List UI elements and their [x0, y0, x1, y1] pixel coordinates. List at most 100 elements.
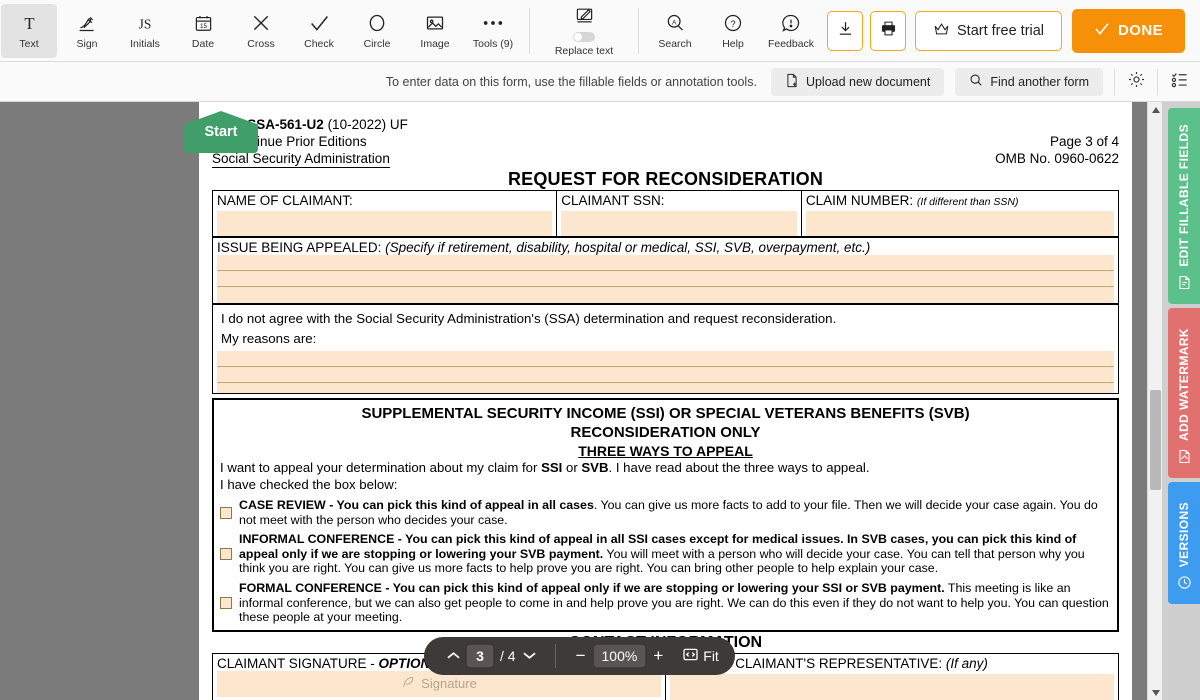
claim-number-input[interactable] — [805, 211, 1114, 236]
issue-appealed-input[interactable] — [217, 255, 1114, 303]
tool-cross-label: Cross — [247, 37, 275, 50]
zoom-level-input[interactable]: 100% — [593, 645, 646, 667]
tool-sign[interactable]: Sign — [59, 4, 115, 58]
cross-icon — [251, 12, 271, 35]
ssi-heading-line-3: THREE WAYS TO APPEAL — [578, 443, 753, 459]
download-button[interactable] — [827, 10, 863, 51]
input-line[interactable] — [217, 367, 1114, 383]
ssi-intro-line-2: I have checked the box below: — [220, 477, 398, 492]
scrollbar-thumb[interactable] — [1150, 390, 1161, 490]
statement-line-2: My reasons are: — [221, 331, 317, 346]
feedback-button[interactable]: Feedback — [763, 4, 819, 58]
text-icon: T — [20, 12, 39, 35]
zoom-in-button[interactable]: + — [645, 646, 671, 666]
feather-icon — [401, 675, 415, 692]
tool-check[interactable]: Check — [291, 4, 347, 58]
appeal-option-formal-conference[interactable]: FORMAL CONFERENCE - You can pick this ki… — [220, 581, 1111, 625]
toolbar-actions: A Search ? Help Feedback — [646, 0, 820, 61]
app-root: T Text Sign JS Initials 15 Date Cross Ch… — [0, 0, 1200, 700]
discontinue-line: Discontinue Prior Editions — [212, 134, 367, 149]
tab-add-watermark[interactable]: ADD WATERMARK — [1168, 308, 1200, 478]
zoom-out-button[interactable]: − — [568, 646, 594, 666]
done-button[interactable]: DONE — [1072, 8, 1185, 53]
form-header: Form SSA-561-U2 (10-2022) UF Discontinue… — [212, 116, 1119, 168]
reasons-input[interactable] — [217, 351, 1114, 393]
fit-button[interactable]: Fit — [683, 648, 719, 664]
scroll-up-arrow[interactable] — [1148, 102, 1163, 117]
tool-initials-label: Initials — [130, 37, 160, 50]
current-page-input[interactable]: 3 — [467, 645, 493, 667]
replace-text-toggle[interactable]: Replace text — [538, 4, 630, 58]
input-line[interactable] — [217, 351, 1114, 367]
tool-image[interactable]: Image — [407, 4, 463, 58]
tool-text[interactable]: T Text — [1, 3, 57, 58]
gear-icon — [1127, 70, 1146, 94]
vertical-scrollbar[interactable] — [1147, 102, 1162, 700]
claimant-ssn-input[interactable] — [561, 211, 797, 236]
upload-new-document-button[interactable]: Upload new document — [770, 67, 945, 96]
tool-circle[interactable]: Circle — [349, 4, 405, 58]
tool-check-label: Check — [304, 37, 334, 50]
input-line[interactable] — [217, 255, 1114, 271]
tab-versions-label: VERSIONS — [1177, 501, 1191, 567]
cell-claim-number[interactable]: CLAIM NUMBER: (If different than SSN) — [800, 190, 1120, 237]
tab-edit-fillable-fields[interactable]: EDIT FILLABLE FIELDS — [1168, 108, 1200, 304]
appeal-option-informal-conference[interactable]: INFORMAL CONFERENCE - You can pick this … — [220, 532, 1111, 576]
tab-versions[interactable]: VERSIONS — [1168, 482, 1200, 604]
tab-add-watermark-label: ADD WATERMARK — [1177, 328, 1191, 441]
done-label: DONE — [1118, 22, 1163, 39]
tool-date[interactable]: 15 Date — [175, 4, 231, 58]
download-icon — [837, 20, 854, 42]
tab-edit-fillable-fields-label: EDIT FILLABLE FIELDS — [1177, 124, 1191, 267]
cell-issue-appealed[interactable]: ISSUE BEING APPEALED: (Specify if retire… — [212, 237, 1119, 304]
document-page[interactable]: Form SSA-561-U2 (10-2022) UF Discontinue… — [184, 102, 1132, 700]
upload-file-icon — [785, 73, 799, 91]
form-number-line: Form SSA-561-U2 (10-2022) UF — [212, 116, 1119, 133]
case-review-checkbox[interactable] — [220, 506, 232, 519]
name-of-claimant-input[interactable] — [217, 211, 553, 236]
svg-text:JS: JS — [139, 16, 152, 31]
cell-reasons[interactable]: I do not agree with the Social Security … — [212, 304, 1119, 394]
input-line[interactable] — [217, 287, 1114, 303]
issue-appealed-table: ISSUE BEING APPEALED: (Specify if retire… — [212, 237, 1119, 304]
sign-icon — [77, 12, 98, 35]
cell-name-of-claimant[interactable]: NAME OF CLAIMANT: — [211, 190, 558, 237]
document-viewer[interactable]: Form SSA-561-U2 (10-2022) UF Discontinue… — [0, 102, 1200, 700]
tool-cross[interactable]: Cross — [233, 4, 289, 58]
start-badge-label: Start — [204, 124, 238, 140]
checklist-button[interactable] — [1158, 62, 1200, 102]
search-button[interactable]: A Search — [647, 4, 703, 58]
tool-more[interactable]: Tools (9) — [465, 4, 521, 58]
tool-more-label: Tools (9) — [472, 37, 514, 50]
replace-text-switch[interactable] — [573, 32, 595, 42]
chevron-up-icon[interactable] — [440, 649, 467, 663]
representative-name-input[interactable] — [670, 673, 1114, 700]
scroll-down-arrow[interactable] — [1148, 685, 1163, 700]
informal-conference-title: INFORMAL CONFERENCE — [239, 532, 395, 547]
help-button[interactable]: ? Help — [705, 4, 761, 58]
settings-button[interactable] — [1115, 62, 1157, 102]
toolbar-divider-1 — [529, 7, 530, 54]
start-free-trial-label: Start free trial — [957, 22, 1045, 39]
chevron-down-icon[interactable] — [516, 649, 543, 663]
feedback-icon — [781, 12, 801, 35]
tool-initials[interactable]: JS Initials — [117, 4, 173, 58]
search-icon — [969, 73, 983, 90]
input-line[interactable] — [217, 383, 1114, 393]
formal-conference-checkbox[interactable] — [220, 596, 232, 609]
appeal-option-case-review[interactable]: CASE REVIEW - You can pick this kind of … — [220, 498, 1111, 527]
signature-placeholder: Signature — [421, 676, 477, 692]
pagenav-divider — [554, 644, 556, 668]
formal-conference-title: FORMAL CONFERENCE — [239, 580, 382, 595]
claim-number-text: CLAIM NUMBER: — [805, 193, 914, 208]
start-free-trial-button[interactable]: Start free trial — [915, 10, 1063, 51]
checklist-icon — [1170, 70, 1189, 94]
table-row: NAME OF CLAIMANT: CLAIMANT SSN: CLAIM NU… — [211, 190, 1120, 237]
find-another-form-button[interactable]: Find another form — [955, 67, 1103, 96]
print-button[interactable] — [870, 10, 906, 51]
informal-conference-checkbox[interactable] — [220, 548, 232, 561]
input-line[interactable] — [217, 271, 1114, 287]
circle-icon — [367, 12, 387, 35]
cell-claimant-ssn[interactable]: CLAIMANT SSN: — [556, 190, 802, 237]
watermark-icon — [1177, 449, 1192, 469]
